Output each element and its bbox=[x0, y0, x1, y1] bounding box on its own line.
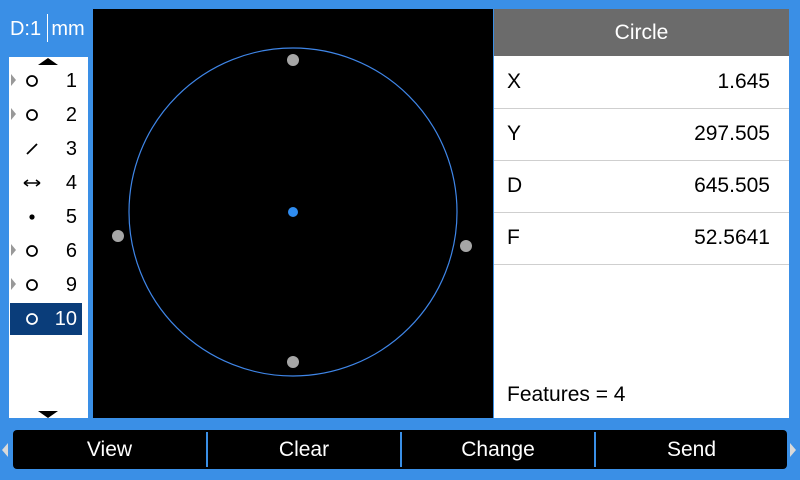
features-count: Features = 4 bbox=[507, 383, 626, 406]
feature-list-item[interactable]: 4 bbox=[10, 167, 82, 199]
softkey-bar: View Clear Change Send bbox=[13, 430, 787, 469]
feature-list-item[interactable]: 2 bbox=[10, 99, 82, 131]
circle-icon bbox=[26, 245, 38, 257]
page-right-arrow-icon[interactable] bbox=[790, 443, 796, 457]
probe-point bbox=[287, 54, 299, 66]
result-value: 297.505 bbox=[694, 122, 770, 145]
center-point bbox=[288, 207, 298, 217]
probe-point bbox=[112, 230, 124, 242]
row-marker-icon bbox=[11, 108, 16, 120]
result-row-f[interactable]: F 52.5641 bbox=[494, 213, 789, 265]
feature-list-item[interactable]: 6 bbox=[10, 235, 82, 267]
header-divider bbox=[47, 14, 48, 42]
feature-number: 1 bbox=[65, 70, 77, 92]
feature-number: 5 bbox=[65, 206, 77, 228]
results-panel: Circle X 1.645 Y 297.505 D 645.505 F 52.… bbox=[494, 9, 789, 418]
row-marker-icon bbox=[11, 278, 16, 290]
probe-point bbox=[460, 240, 472, 252]
feature-list-item[interactable]: 1 bbox=[10, 65, 82, 97]
feature-list-item-selected[interactable]: 10 bbox=[10, 303, 82, 335]
probe-point bbox=[287, 356, 299, 368]
feature-view-canvas[interactable] bbox=[93, 9, 493, 418]
circle-icon bbox=[26, 109, 38, 121]
result-label: D bbox=[507, 174, 523, 197]
circle-icon bbox=[26, 279, 38, 291]
result-value: 645.505 bbox=[694, 174, 770, 197]
scroll-up-arrow-icon[interactable] bbox=[38, 58, 58, 65]
view-button[interactable]: View bbox=[13, 430, 206, 469]
circle-icon bbox=[26, 75, 38, 87]
result-label: X bbox=[507, 70, 522, 93]
feature-number: 10 bbox=[54, 308, 77, 330]
line-icon bbox=[26, 143, 38, 155]
feature-number: 3 bbox=[65, 138, 77, 160]
row-marker-icon bbox=[11, 244, 16, 256]
distance-icon bbox=[23, 179, 41, 187]
point-icon bbox=[29, 214, 35, 220]
feature-number: 4 bbox=[65, 172, 77, 194]
result-row-x[interactable]: X 1.645 bbox=[494, 57, 789, 109]
result-value: 52.5641 bbox=[694, 226, 770, 249]
feature-number: 9 bbox=[65, 274, 77, 296]
feature-list: 1 2 3 4 5 6 9 10 bbox=[9, 57, 88, 418]
datum-indicator[interactable]: D:1 bbox=[5, 9, 46, 49]
feature-list-item[interactable]: 5 bbox=[10, 201, 82, 233]
result-row-y[interactable]: Y 297.505 bbox=[494, 109, 789, 161]
circle-icon bbox=[26, 313, 38, 325]
feature-list-item[interactable]: 9 bbox=[10, 269, 82, 301]
scroll-down-arrow-icon[interactable] bbox=[38, 411, 58, 418]
send-button[interactable]: Send bbox=[596, 430, 787, 469]
page-left-arrow-icon[interactable] bbox=[2, 443, 8, 457]
feature-list-item[interactable]: 3 bbox=[10, 133, 82, 165]
result-row-d[interactable]: D 645.505 bbox=[494, 161, 789, 213]
unit-indicator[interactable]: mm bbox=[49, 9, 87, 49]
clear-button[interactable]: Clear bbox=[208, 430, 400, 469]
result-label: Y bbox=[507, 122, 522, 145]
feature-number: 2 bbox=[65, 104, 77, 126]
result-value: 1.645 bbox=[717, 70, 770, 93]
change-button[interactable]: Change bbox=[402, 430, 594, 469]
panel-title: Circle bbox=[494, 9, 789, 56]
row-marker-icon bbox=[11, 74, 16, 86]
result-label: F bbox=[507, 226, 520, 249]
feature-number: 6 bbox=[65, 240, 77, 262]
